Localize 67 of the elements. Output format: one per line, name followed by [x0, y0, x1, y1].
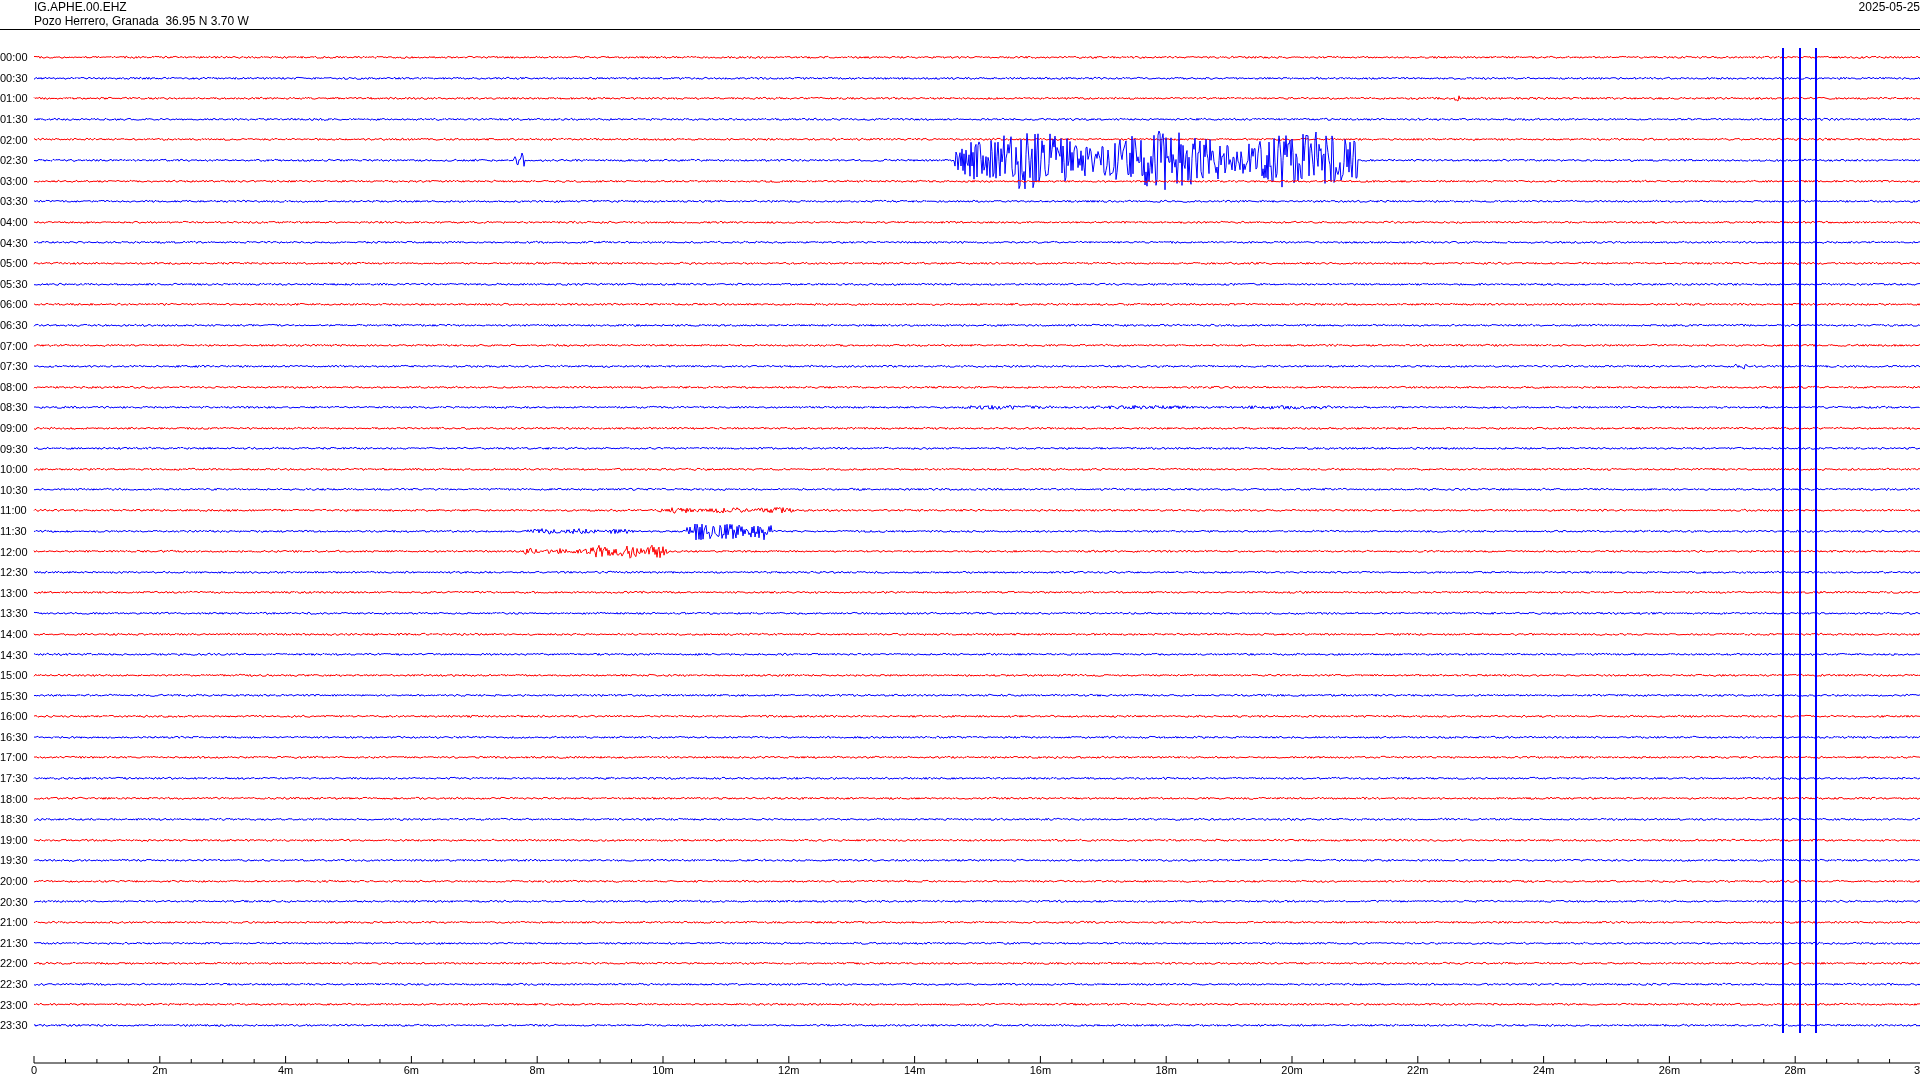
tick-label: 14m	[903, 1063, 926, 1076]
tick-label: 24m	[1532, 1063, 1555, 1076]
time-label: 00:00	[0, 51, 29, 64]
tick-label: 22m	[1407, 1063, 1429, 1076]
tick-label: 3	[1913, 1063, 1920, 1076]
time-label: 07:30	[0, 360, 29, 373]
time-label: 01:30	[0, 113, 29, 126]
time-label: 16:30	[0, 730, 29, 743]
time-label: 21:00	[0, 916, 29, 929]
time-label: 01:00	[0, 92, 29, 105]
time-label: 15:00	[0, 669, 29, 682]
time-label: 04:00	[0, 216, 29, 229]
time-label: 18:00	[0, 792, 29, 805]
time-label: 22:00	[0, 957, 29, 970]
time-label: 05:00	[0, 257, 29, 270]
tick-label: 20m	[1281, 1063, 1303, 1076]
time-label: 15:30	[0, 689, 29, 702]
time-label: 07:00	[0, 339, 29, 352]
time-label: 02:00	[0, 133, 29, 146]
time-label: 21:30	[0, 936, 29, 949]
time-label: 22:30	[0, 978, 29, 990]
time-label: 09:30	[0, 442, 29, 455]
time-label: 09:00	[0, 422, 29, 434]
time-label: 23:00	[0, 998, 29, 1011]
tick-label: 2m	[152, 1063, 168, 1076]
time-label: 11:00	[0, 504, 28, 517]
time-label: 19:30	[0, 854, 29, 867]
time-label: 11:30	[0, 524, 28, 537]
time-label: 10:30	[0, 483, 29, 496]
time-label: 05:30	[0, 277, 29, 290]
time-label: 19:00	[0, 833, 29, 846]
time-label: 08:30	[0, 401, 29, 414]
time-label: 18:30	[0, 813, 29, 826]
tick-label: 6m	[403, 1063, 420, 1076]
time-label: 06:00	[0, 298, 29, 311]
time-label: 13:30	[0, 607, 29, 620]
time-label: 02:30	[0, 154, 29, 167]
tick-label: 10m	[652, 1063, 674, 1076]
time-label: 17:00	[0, 751, 29, 764]
tick-label: 12m	[778, 1063, 800, 1076]
time-label: 14:00	[0, 627, 29, 640]
time-label: 03:30	[0, 195, 29, 208]
station-code: IG.APHE.00.EHZ	[34, 0, 128, 14]
time-label: 10:00	[0, 463, 29, 476]
time-label: 06:30	[0, 319, 29, 331]
tick-label: 28m	[1784, 1063, 1806, 1076]
tick-label: 4m	[277, 1063, 294, 1076]
time-label: 00:30	[0, 71, 29, 84]
time-label: 13:00	[0, 586, 29, 599]
tick-label: 0	[30, 1063, 38, 1076]
tick-label: 16m	[1029, 1063, 1052, 1076]
time-label: 16:00	[0, 710, 29, 723]
time-label: 23:30	[0, 1019, 29, 1032]
tick-label: 26m	[1658, 1063, 1681, 1076]
time-label: 14:30	[0, 648, 29, 661]
time-label: 12:00	[0, 545, 29, 558]
date-label: 2025-05-25	[1858, 0, 1920, 16]
time-label: 17:30	[0, 772, 29, 785]
station-location: Pozo Herrero, Granada 36.95 N 3.70 W	[34, 14, 249, 28]
time-label: 20:30	[0, 895, 29, 908]
time-label: 08:00	[0, 380, 29, 393]
time-label: 12:30	[0, 566, 29, 579]
tick-label: 18m	[1155, 1063, 1177, 1076]
tick-label: 8m	[529, 1063, 545, 1076]
time-label: 04:30	[0, 236, 29, 249]
time-label: 20:00	[0, 875, 29, 888]
time-label: 03:00	[0, 174, 29, 187]
